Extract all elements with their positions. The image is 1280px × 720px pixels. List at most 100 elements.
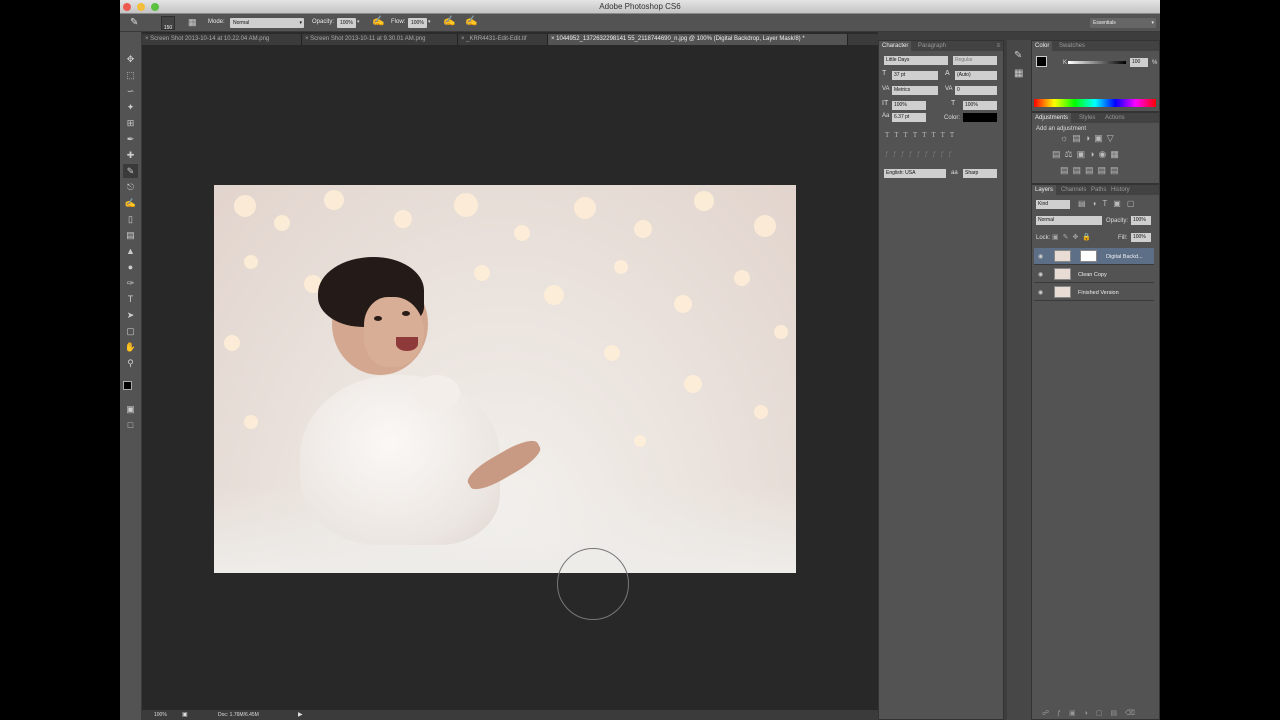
document-tab[interactable]: × Screen Shot 2013-10-11 at 9.30.01 AM.p… xyxy=(302,34,458,45)
fill-input[interactable]: 100% xyxy=(1131,233,1151,242)
status-menu-icon[interactable]: ▣ xyxy=(182,711,188,718)
foreground-color-swatch[interactable] xyxy=(123,381,132,390)
flow-chevron-icon[interactable]: ▾ xyxy=(428,19,431,25)
healing-brush-tool-icon[interactable]: ✚ xyxy=(123,148,138,162)
blend-mode-select[interactable]: Normal xyxy=(1036,216,1102,225)
path-select-tool-icon[interactable]: ➤ xyxy=(123,308,138,322)
adjustment-icons-row-2[interactable]: ▤⚖▣◑◉▦ xyxy=(1052,149,1123,160)
font-style-select[interactable]: Regular xyxy=(953,56,997,65)
tab-channels[interactable]: Channels xyxy=(1058,185,1089,195)
opentype-buttons[interactable]: ƒƒƒƒƒƒƒƒƒ xyxy=(885,151,997,158)
layer-filter-select[interactable]: Kind xyxy=(1036,200,1070,209)
tracking-icon: VA xyxy=(945,86,953,92)
antialias-select[interactable]: Sharp xyxy=(963,169,997,178)
document-tab[interactable]: × Screen Shot 2013-10-14 at 10.22.04 AM.… xyxy=(142,34,302,45)
panel-menu-icon[interactable]: ≡ xyxy=(996,41,1000,51)
hand-tool-icon[interactable]: ✋ xyxy=(123,340,138,354)
layer-row[interactable]: ◉ Digital Backd... xyxy=(1034,248,1154,265)
layer-row[interactable]: ◉ Finished Version xyxy=(1034,284,1154,301)
layer-opacity-input[interactable]: 100% xyxy=(1131,216,1151,225)
layer-name: Finished Version xyxy=(1078,290,1119,296)
layers-footer-buttons[interactable]: ☍ƒ▣◑▢▤⌫ xyxy=(1042,709,1143,717)
document-tab[interactable]: × _KRR4431-Edit-Edit.tif xyxy=(458,34,548,45)
tab-history[interactable]: History xyxy=(1108,185,1133,195)
type-tool-icon[interactable]: T xyxy=(123,292,138,306)
zoom-tool-icon[interactable]: ⚲ xyxy=(123,356,138,370)
zoom-level[interactable]: 100% xyxy=(154,712,167,718)
brush-panel-icon[interactable]: ▦ xyxy=(188,17,197,28)
flow-input[interactable]: 100% xyxy=(408,18,427,28)
mode-select[interactable]: Normal ▾ xyxy=(230,18,304,28)
baby-dress xyxy=(300,375,500,545)
layer-thumbnail xyxy=(1054,286,1071,298)
eraser-tool-icon[interactable]: ▯ xyxy=(123,212,138,226)
visibility-eye-icon[interactable]: ◉ xyxy=(1038,271,1043,278)
tab-color[interactable]: Color xyxy=(1032,41,1053,51)
move-tool-icon[interactable]: ✥ xyxy=(123,52,138,66)
kerning-select[interactable]: Metrics xyxy=(892,86,938,95)
brush-panel-icon[interactable]: ✎ xyxy=(1014,50,1022,61)
font-family-select[interactable]: Little Days xyxy=(884,56,948,65)
tracking-input[interactable]: 0 xyxy=(955,86,997,95)
opacity-input[interactable]: 100% xyxy=(337,18,356,28)
clone-source-icon[interactable]: ▦ xyxy=(1014,68,1023,79)
shape-tool-icon[interactable]: ▢ xyxy=(123,324,138,338)
adjustments-panel: Adjustments Styles Actions Add an adjust… xyxy=(1031,112,1160,184)
dodge-tool-icon[interactable]: ● xyxy=(123,260,138,274)
leading-input[interactable]: (Auto) xyxy=(955,71,997,80)
layer-row[interactable]: ◉ Clean Copy xyxy=(1034,266,1154,283)
tab-actions[interactable]: Actions xyxy=(1102,113,1128,123)
visibility-eye-icon[interactable]: ◉ xyxy=(1038,289,1043,296)
pressure-opacity-icon[interactable]: ✍ xyxy=(372,16,384,27)
blur-tool-icon[interactable]: ▲ xyxy=(123,244,138,258)
clone-stamp-tool-icon[interactable]: ⎋ xyxy=(123,180,138,194)
pen-tool-icon[interactable]: ✑ xyxy=(123,276,138,290)
tab-paragraph[interactable]: Paragraph xyxy=(915,41,949,51)
quick-mask-icon[interactable]: ▣ xyxy=(123,402,138,416)
adjustment-icons-row-3[interactable]: ▤▤▤▤▤ xyxy=(1060,165,1123,176)
type-style-buttons[interactable]: TTTTTTTT xyxy=(885,131,997,139)
screen-mode-icon[interactable]: □ xyxy=(123,418,138,432)
brush-tool-icon[interactable]: ✎ xyxy=(130,17,138,28)
k-slider[interactable] xyxy=(1068,61,1126,64)
pressure-size-icon[interactable]: ✍ xyxy=(465,16,477,27)
font-size-input[interactable]: 37 pt xyxy=(892,71,938,80)
marquee-tool-icon[interactable]: ⬚ xyxy=(123,68,138,82)
baseline-input[interactable]: 6.37 pt xyxy=(892,113,926,122)
k-input[interactable]: 100 xyxy=(1130,58,1148,67)
brush-size-preset[interactable]: 150 xyxy=(161,16,175,31)
layer-mask-thumbnail[interactable] xyxy=(1080,250,1097,262)
crop-tool-icon[interactable]: ⊞ xyxy=(123,116,138,130)
status-arrow-icon[interactable]: ▶ xyxy=(298,711,303,718)
airbrush-icon[interactable]: ✍ xyxy=(443,16,455,27)
tab-swatches[interactable]: Swatches xyxy=(1056,41,1088,51)
eyedropper-tool-icon[interactable]: ✒ xyxy=(123,132,138,146)
quick-select-tool-icon[interactable]: ✦ xyxy=(123,100,138,114)
visibility-eye-icon[interactable]: ◉ xyxy=(1038,253,1043,260)
history-brush-tool-icon[interactable]: ✍ xyxy=(123,196,138,210)
adjustment-icons-row-1[interactable]: ☼▤◑▣▽ xyxy=(1060,133,1118,144)
horizontal-scale-input[interactable]: 100% xyxy=(963,101,997,110)
opacity-chevron-icon[interactable]: ▾ xyxy=(357,19,360,25)
workspace-select[interactable]: Essentials ▾ xyxy=(1090,18,1156,28)
document-tab-active[interactable]: × 1044952_1372632298141 55_2118744690_n.… xyxy=(548,34,848,45)
document-photo[interactable] xyxy=(214,185,796,573)
color-spectrum[interactable] xyxy=(1034,99,1156,107)
tab-styles[interactable]: Styles xyxy=(1076,113,1098,123)
lock-icons[interactable]: ▣✎✥🔒 xyxy=(1052,233,1095,241)
tab-paths[interactable]: Paths xyxy=(1088,185,1109,195)
character-panel-header: Character Paragraph ≡ xyxy=(879,41,1003,51)
layer-filter-icons[interactable]: ▤◑T▣▢ xyxy=(1078,199,1140,208)
text-color-swatch[interactable] xyxy=(963,113,997,122)
language-select[interactable]: English: USA xyxy=(884,169,946,178)
horizontal-scale-icon: T xyxy=(951,100,956,107)
brush-tool-icon[interactable]: ✎ xyxy=(123,164,138,178)
foreground-color-swatch[interactable] xyxy=(1036,56,1047,67)
doc-size: Doc: 1.76M/6.45M xyxy=(218,712,259,718)
tab-character[interactable]: Character xyxy=(879,41,912,51)
lasso-tool-icon[interactable]: ∽ xyxy=(123,84,138,98)
tab-layers[interactable]: Layers xyxy=(1032,185,1057,195)
tab-adjustments[interactable]: Adjustments xyxy=(1032,113,1072,123)
vertical-scale-input[interactable]: 100% xyxy=(892,101,926,110)
gradient-tool-icon[interactable]: ▤ xyxy=(123,228,138,242)
